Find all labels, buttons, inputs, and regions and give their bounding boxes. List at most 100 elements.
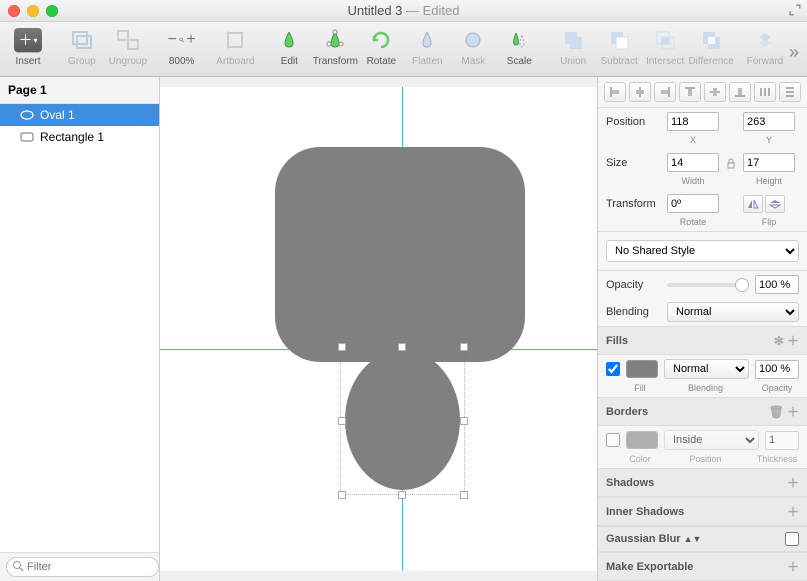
fill-sublabel: Fill	[624, 383, 656, 393]
size-label: Size	[606, 157, 661, 169]
rotate-input[interactable]	[667, 194, 719, 213]
transform-label: Transform	[606, 198, 661, 210]
ungroup-tool[interactable]: Ungroup	[106, 26, 150, 67]
gear-icon[interactable]: ✻	[774, 334, 784, 348]
border-color-swatch[interactable]	[626, 431, 658, 449]
opacity-slider[interactable]	[667, 283, 749, 287]
filter-input[interactable]	[6, 557, 159, 577]
close-window-button[interactable]	[8, 5, 20, 17]
border-position-select[interactable]: Inside	[664, 430, 759, 450]
flip-horizontal-button[interactable]	[743, 195, 763, 213]
trash-icon[interactable]: 🗑	[769, 405, 784, 419]
selection-handle[interactable]	[398, 491, 406, 499]
forward-tool[interactable]: Forward	[743, 26, 787, 67]
fullscreen-icon[interactable]	[789, 4, 801, 16]
height-sublabel: Height	[743, 176, 795, 186]
window-title: Untitled 3 — Edited	[0, 3, 807, 18]
fill-blending-select[interactable]: Normal	[664, 359, 749, 379]
height-input[interactable]	[743, 153, 795, 172]
blur-section-header[interactable]: Gaussian Blur ▲▼	[598, 526, 807, 552]
align-right-button[interactable]	[654, 82, 676, 102]
oval-icon	[20, 110, 34, 120]
minimize-window-button[interactable]	[27, 5, 39, 17]
artboard-canvas[interactable]	[160, 87, 597, 571]
distribute-h-button[interactable]	[754, 82, 776, 102]
align-tools	[598, 77, 807, 108]
width-input[interactable]	[667, 153, 719, 172]
window-titlebar: Untitled 3 — Edited	[0, 0, 807, 22]
inner-shadows-section-header[interactable]: Inner Shadows＋	[598, 497, 807, 526]
add-icon[interactable]: ＋	[787, 405, 799, 419]
mask-tool[interactable]: Mask	[451, 26, 495, 67]
flatten-tool[interactable]: Flatten	[405, 26, 449, 67]
layer-item-oval[interactable]: Oval 1	[0, 104, 159, 126]
difference-tool[interactable]: Difference	[689, 26, 733, 67]
flip-sublabel: Flip	[743, 217, 795, 227]
add-icon[interactable]: ＋	[787, 334, 799, 348]
blur-enabled-checkbox[interactable]	[785, 532, 799, 546]
subtract-tool[interactable]: Subtract	[597, 26, 641, 67]
page-header[interactable]: Page 1	[0, 77, 159, 104]
border-enabled-checkbox[interactable]	[606, 433, 620, 447]
toolbar: ＋▾ Insert Group Ungroup − + 800% Artboar…	[0, 22, 807, 77]
width-sublabel: Width	[667, 176, 719, 186]
edit-tool[interactable]: Edit	[267, 26, 311, 67]
layer-list: Oval 1 Rectangle 1	[0, 104, 159, 552]
align-hcenter-button[interactable]	[629, 82, 651, 102]
blending-label: Blending	[606, 306, 661, 318]
add-icon[interactable]: ＋	[787, 558, 799, 575]
align-left-button[interactable]	[604, 82, 626, 102]
canvas-area[interactable]	[160, 77, 597, 581]
layer-label: Oval 1	[40, 108, 75, 122]
selection-handle[interactable]	[460, 343, 468, 351]
export-section-header[interactable]: Make Exportable＋	[598, 552, 807, 581]
artboard-tool[interactable]: Artboard	[213, 26, 257, 67]
add-icon[interactable]: ＋	[787, 503, 799, 520]
selection-handle[interactable]	[460, 417, 468, 425]
align-vcenter-button[interactable]	[704, 82, 726, 102]
position-y-input[interactable]	[743, 112, 795, 131]
selection-handle[interactable]	[338, 343, 346, 351]
selection-handle[interactable]	[338, 417, 346, 425]
layer-item-rectangle[interactable]: Rectangle 1	[0, 126, 159, 148]
fill-enabled-checkbox[interactable]	[606, 362, 620, 376]
borders-section-header[interactable]: Borders 🗑 ＋	[598, 397, 807, 426]
transform-tool[interactable]: Transform	[313, 26, 357, 67]
border-pos-sublabel: Position	[662, 454, 749, 464]
shadows-section-header[interactable]: Shadows＋	[598, 468, 807, 497]
shape-rectangle[interactable]	[275, 147, 525, 362]
fill-color-swatch[interactable]	[626, 360, 658, 378]
blending-select[interactable]: Normal	[667, 302, 799, 322]
fill-opacity-input[interactable]	[755, 360, 799, 379]
opacity-label: Opacity	[606, 279, 661, 291]
align-top-button[interactable]	[679, 82, 701, 102]
border-thickness-input[interactable]	[765, 431, 799, 450]
toolbar-overflow-icon[interactable]: »	[789, 26, 801, 63]
rect-icon	[20, 132, 34, 142]
selection-handle[interactable]	[398, 343, 406, 351]
rotate-sublabel: Rotate	[667, 217, 719, 227]
opacity-input[interactable]	[755, 275, 799, 294]
fill-opacity-sublabel: Opacity	[755, 383, 799, 393]
fills-section-header[interactable]: Fills ✻ ＋	[598, 326, 807, 355]
layers-sidebar: Page 1 Oval 1 Rectangle 1	[0, 77, 160, 581]
rotate-tool[interactable]: Rotate	[359, 26, 403, 67]
lock-icon[interactable]	[725, 157, 737, 169]
shared-style-select[interactable]: No Shared Style	[606, 240, 799, 262]
position-x-input[interactable]	[667, 112, 719, 131]
selection-handle[interactable]	[460, 491, 468, 499]
align-bottom-button[interactable]	[729, 82, 751, 102]
x-sublabel: X	[667, 135, 719, 145]
insert-tool[interactable]: ＋▾ Insert	[6, 26, 50, 67]
union-tool[interactable]: Union	[551, 26, 595, 67]
zoom-window-button[interactable]	[46, 5, 58, 17]
flip-vertical-button[interactable]	[765, 195, 785, 213]
add-icon[interactable]: ＋	[787, 474, 799, 491]
zoom-tool[interactable]: − + 800%	[160, 26, 204, 67]
intersect-tool[interactable]: Intersect	[643, 26, 687, 67]
selection-handle[interactable]	[338, 491, 346, 499]
scale-tool[interactable]: Scale	[497, 26, 541, 67]
distribute-v-button[interactable]	[779, 82, 801, 102]
traffic-lights	[0, 5, 58, 17]
group-tool[interactable]: Group	[60, 26, 104, 67]
